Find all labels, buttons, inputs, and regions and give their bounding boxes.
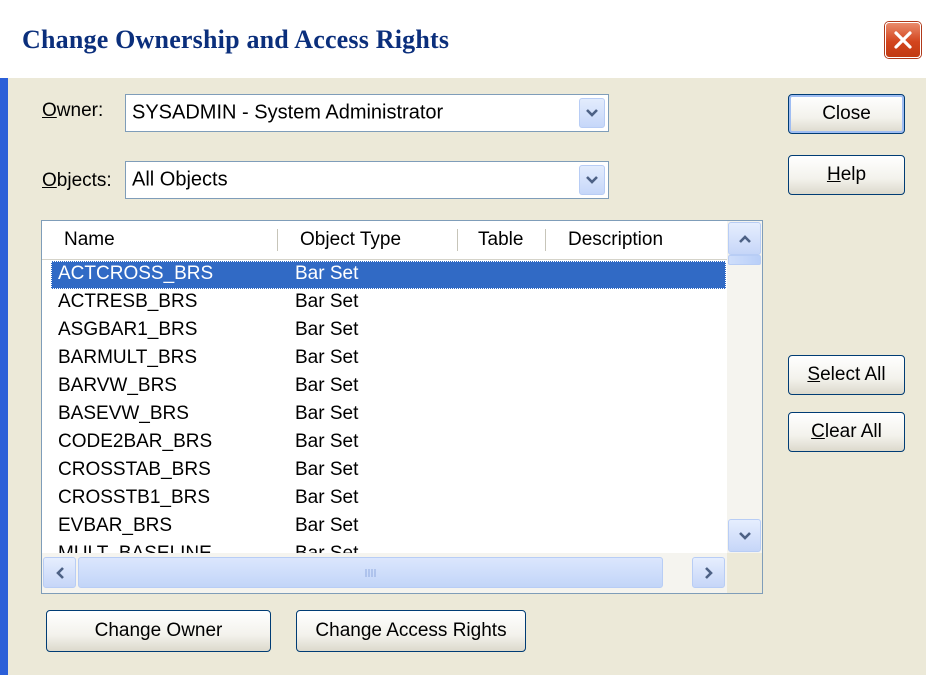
list-item[interactable]: ACTRESB_BRS Bar Set [42,289,727,317]
change-owner-button[interactable]: Change Owner [46,610,271,652]
item-object-type: Bar Set [295,431,359,452]
list-item[interactable]: CROSSTB1_BRS Bar Set [42,485,727,513]
item-name: EVBAR_BRS [58,515,173,536]
vertical-scrollbar[interactable] [727,221,762,553]
objects-label: Objects: [42,170,112,191]
item-object-type: Bar Set [295,487,359,508]
objects-list[interactable]: Name Object Type Table Description ACTCR… [41,220,763,594]
item-name: CROSSTAB_BRS [58,459,211,480]
select-all-button[interactable]: Select All [788,355,905,395]
list-item[interactable]: BARVW_BRS Bar Set [42,373,727,401]
chevron-down-icon[interactable] [579,165,605,195]
grip-icon [365,568,375,577]
list-item[interactable]: BARMULT_BRS Bar Set [42,345,727,373]
item-name: ACTRESB_BRS [58,291,198,312]
column-header-table[interactable]: Table [458,221,546,259]
item-name: ACTCROSS_BRS [58,263,214,284]
item-object-type: Bar Set [295,263,359,284]
list-item[interactable]: EVBAR_BRS Bar Set [42,513,727,541]
list-item[interactable]: CODE2BAR_BRS Bar Set [42,429,727,457]
change-access-rights-button[interactable]: Change Access Rights [296,610,526,652]
clear-all-button[interactable]: Clear All [788,412,905,452]
list-item[interactable]: CROSSTAB_BRS Bar Set [42,457,727,485]
item-name: CROSSTB1_BRS [58,487,211,508]
list-rows: ACTCROSS_BRS Bar Set ACTRESB_BRS Bar Set ASG… [42,261,727,569]
item-name: BARMULT_BRS [58,347,198,368]
scroll-right-icon[interactable] [692,557,725,588]
item-object-type: Bar Set [295,347,359,368]
scroll-left-icon[interactable] [43,557,76,588]
horizontal-scrollbar[interactable] [42,553,727,593]
item-object-type: Bar Set [295,319,359,340]
window-frame-left [0,78,8,675]
item-name: ASGBAR1_BRS [58,319,198,340]
list-item[interactable]: ACTCROSS_BRS Bar Set [42,261,727,289]
column-header-object-type[interactable]: Object Type [278,221,458,259]
column-header-name[interactable]: Name [42,221,278,259]
item-name: CODE2BAR_BRS [58,431,213,452]
item-object-type: Bar Set [295,291,359,312]
owner-value: SYSADMIN - System Administrator [132,101,444,124]
horizontal-scroll-thumb[interactable] [78,557,663,588]
chevron-down-icon[interactable] [579,98,605,128]
scroll-up-icon[interactable] [728,222,761,255]
objects-dropdown[interactable]: All Objects [125,161,609,199]
objects-value: All Objects [132,168,228,191]
owner-dropdown[interactable]: SYSADMIN - System Administrator [125,94,609,132]
list-item[interactable]: BASEVW_BRS Bar Set [42,401,727,429]
list-header: Name Object Type Table Description [42,221,727,260]
scrollbar-corner [727,553,762,593]
title-bar: Change Ownership and Access Rights [0,0,926,78]
help-button[interactable]: Help [788,155,905,195]
item-object-type: Bar Set [295,403,359,424]
item-name: BARVW_BRS [58,375,177,396]
list-item[interactable]: ASGBAR1_BRS Bar Set [42,317,727,345]
item-name: BASEVW_BRS [58,403,189,424]
scroll-down-icon[interactable] [728,519,761,552]
close-button[interactable]: Close [788,94,905,134]
column-header-description[interactable]: Description [546,221,727,259]
owner-label: Owner: [42,100,104,121]
dialog-window: Change Ownership and Access Rights Owner… [0,0,926,675]
item-object-type: Bar Set [295,515,359,536]
dialog-title: Change Ownership and Access Rights [22,25,450,54]
item-object-type: Bar Set [295,459,359,480]
close-icon[interactable] [885,22,921,58]
vertical-scroll-thumb[interactable] [728,255,761,265]
item-object-type: Bar Set [295,375,359,396]
